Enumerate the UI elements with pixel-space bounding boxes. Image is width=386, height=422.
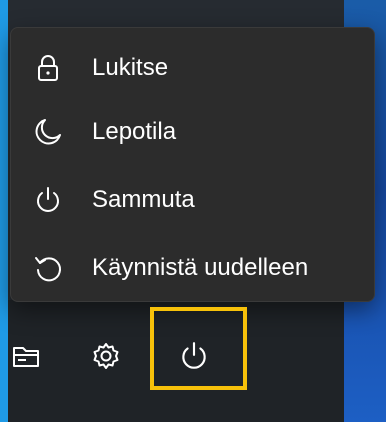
menu-item-lock[interactable]: Lukitse — [11, 38, 374, 98]
menu-item-restart[interactable]: Käynnistä uudelleen — [11, 238, 374, 298]
restart-icon — [31, 251, 65, 285]
power-options-menu: Lukitse Lepotila Sammuta Käynnistä uudel… — [10, 27, 375, 302]
settings-button[interactable] — [84, 336, 128, 380]
file-explorer-button[interactable] — [6, 338, 46, 378]
menu-item-label: Sammuta — [92, 186, 195, 213]
power-button-highlight — [150, 307, 247, 390]
lock-icon — [31, 51, 65, 85]
menu-item-label: Käynnistä uudelleen — [92, 254, 309, 281]
moon-icon — [31, 115, 65, 149]
power-icon — [31, 183, 65, 217]
file-explorer-icon — [12, 343, 40, 374]
menu-item-sleep[interactable]: Lepotila — [11, 102, 374, 162]
menu-item-shutdown[interactable]: Sammuta — [11, 170, 374, 230]
menu-item-label: Lepotila — [92, 118, 177, 145]
menu-item-label: Lukitse — [92, 54, 169, 81]
settings-gear-icon — [91, 341, 121, 376]
